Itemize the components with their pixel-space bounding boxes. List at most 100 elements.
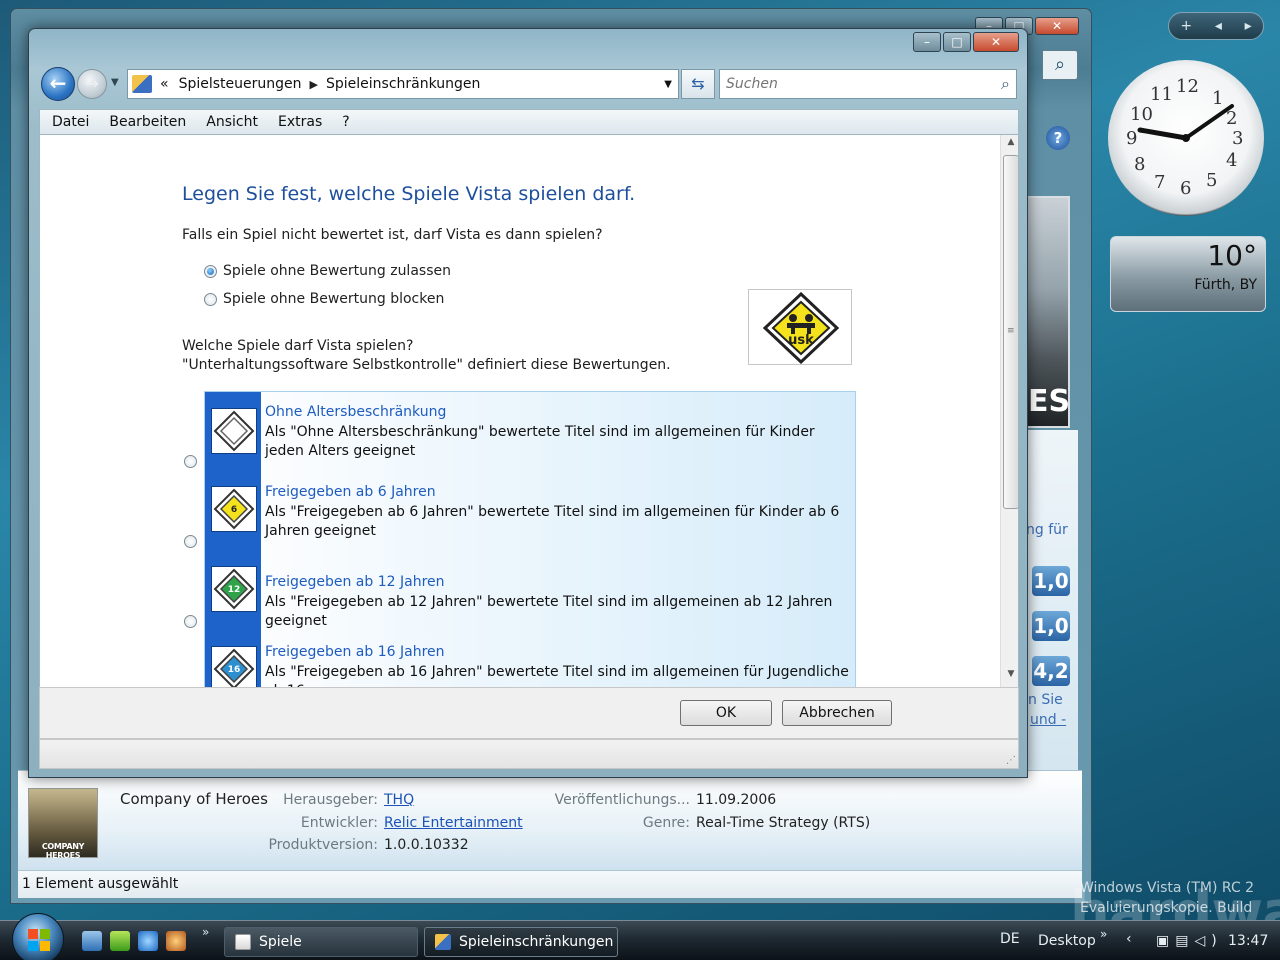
publisher-link[interactable]: THQ — [384, 792, 414, 808]
menu-extras[interactable]: Extras — [278, 114, 322, 130]
scroll-thumb[interactable]: ≡ — [1003, 155, 1018, 509]
performance-score-tile: 1,0 — [1032, 611, 1070, 641]
windows-logo-icon — [28, 929, 50, 951]
ratings-question: Welche Spiele darf Vista spielen? "Unter… — [182, 337, 671, 375]
add-gadget-icon[interactable]: + — [1180, 18, 1192, 34]
back-button[interactable]: ← — [41, 67, 75, 101]
show-desktop-icon[interactable] — [82, 931, 102, 951]
address-bar[interactable]: « Spielsteuerungen ▶ Spieleinschränkunge… — [127, 69, 679, 99]
previous-icon[interactable]: ◂ — [1215, 18, 1222, 34]
cancel-button[interactable]: Abbrechen — [782, 700, 892, 726]
menu-bearbeiten[interactable]: Bearbeiten — [109, 114, 186, 130]
forward-button[interactable]: → — [77, 69, 107, 99]
breadcrumb-spieleinschraenkungen[interactable]: Spieleinschränkungen — [326, 76, 480, 92]
rating-title[interactable]: Ohne Altersbeschränkung — [265, 404, 446, 420]
ratings-question-line: "Unterhaltungssoftware Selbstkontrolle" … — [182, 357, 671, 373]
radio-label: Spiele ohne Bewertung zulassen — [223, 263, 451, 279]
game-name: Company of Heroes — [120, 790, 268, 808]
ratings-question-line: Welche Spiele darf Vista spielen? — [182, 338, 414, 354]
breadcrumb-spielsteuerungen[interactable]: Spielsteuerungen — [179, 76, 302, 92]
search-icon[interactable]: ⌕ — [1001, 74, 1010, 94]
developer-link[interactable]: Relic Entertainment — [384, 815, 523, 831]
radio-block-unrated[interactable]: Spiele ohne Bewertung blocken — [204, 291, 444, 307]
show-hidden-icons-icon[interactable]: ‹ — [1126, 931, 1132, 947]
search-box[interactable]: ⌕ — [719, 69, 1017, 99]
rating-list: Ohne Altersbeschränkung Als "Ohne Alters… — [204, 391, 856, 687]
desktop-toolbar[interactable]: Desktop — [1038, 933, 1096, 949]
background-partial-link[interactable]: und - — [1030, 712, 1066, 728]
radio-button[interactable] — [204, 264, 217, 278]
display-icon[interactable]: ▤ — [1175, 933, 1194, 949]
language-indicator[interactable]: DE — [1000, 931, 1020, 947]
game-details-pane — [18, 770, 1082, 870]
start-button[interactable] — [12, 913, 64, 960]
resize-grip-icon[interactable]: ⋰ — [1006, 755, 1016, 766]
menu-ansicht[interactable]: Ansicht — [206, 114, 258, 130]
rating-description: Als "Ohne Altersbeschränkung" bewertete … — [265, 424, 815, 459]
toolbar-chevron-icon[interactable]: » — [1100, 927, 1107, 941]
maximize-icon[interactable]: □ — [943, 32, 971, 52]
status-bar: 1 Element ausgewählt — [18, 870, 1082, 898]
refresh-button[interactable]: ⇆ — [681, 69, 715, 99]
radio-label: Spiele ohne Bewertung blocken — [223, 291, 445, 307]
clock-gadget[interactable]: 12 1 2 3 4 5 6 7 8 9 10 11 — [1108, 60, 1264, 216]
parental-controls-dialog[interactable]: – □ ✕ ← → ▼ « Spielsteuerungen ▶ Spielei… — [28, 28, 1028, 778]
control-panel-icon — [435, 934, 451, 950]
weather-temperature: 10° — [1207, 239, 1257, 272]
performance-score-tile: 1,0 — [1032, 566, 1070, 596]
watermark-line: Windows Vista (TM) RC 2 — [1080, 880, 1255, 896]
taskbar-item-spiele[interactable]: Spiele — [224, 927, 418, 957]
rating-title[interactable]: Freigegeben ab 12 Jahren — [265, 574, 445, 590]
usk-logo-text: usk — [788, 333, 814, 348]
vertical-scrollbar[interactable]: ▲ ≡ ▼ — [1000, 135, 1018, 687]
media-player-icon[interactable] — [166, 931, 186, 951]
minimize-icon[interactable]: – — [913, 32, 941, 52]
rating-title[interactable]: Freigegeben ab 16 Jahren — [265, 644, 445, 660]
taskbar-item-label: Spieleinschränkungen — [459, 934, 614, 950]
scroll-down-icon[interactable]: ▼ — [1001, 669, 1018, 685]
dialog-button-area: OK Abbrechen — [39, 687, 1019, 739]
genre-label: Genre: — [642, 815, 690, 831]
taskbar-item-label: Spiele — [259, 934, 302, 950]
close-icon[interactable]: ✕ — [973, 32, 1019, 52]
tray-icons: ▣▤◁) — [1156, 933, 1223, 949]
menu-bar: Datei Bearbeiten Ansicht Extras ? — [39, 109, 1019, 135]
breadcrumb-overflow[interactable]: « — [160, 76, 169, 92]
ok-button[interactable]: OK — [680, 700, 772, 726]
rating-title[interactable]: Freigegeben ab 6 Jahren — [265, 484, 436, 500]
release-date-label: Veröffentlichungs... — [554, 792, 690, 808]
close-icon[interactable]: ✕ — [1035, 17, 1079, 35]
quick-launch-more-icon[interactable]: » — [202, 925, 209, 939]
menu-datei[interactable]: Datei — [52, 114, 89, 130]
radio-allow-unrated[interactable]: Spiele ohne Bewertung zulassen — [204, 263, 451, 279]
network-icon[interactable]: ▣ — [1156, 933, 1175, 949]
radio-rating-0[interactable] — [184, 455, 197, 468]
rating-description: Als "Freigegeben ab 6 Jahren" bewertete … — [265, 504, 840, 539]
volume-icon[interactable]: ◁) — [1194, 933, 1222, 949]
scroll-up-icon[interactable]: ▲ — [1001, 137, 1018, 153]
background-partial-text: ng für — [1026, 522, 1068, 538]
radio-button[interactable] — [204, 292, 217, 306]
taskbar-clock[interactable]: 13:47 — [1228, 933, 1268, 949]
taskbar-item-spieleinschraenkungen[interactable]: Spieleinschränkungen — [424, 927, 618, 957]
internet-explorer-icon[interactable] — [138, 931, 158, 951]
weather-gadget[interactable]: 10° Fürth, BY — [1110, 236, 1266, 312]
developer-label: Entwickler: — [300, 815, 378, 831]
breadcrumb-separator-icon[interactable]: ▶ — [310, 78, 318, 91]
switch-windows-icon[interactable] — [110, 931, 130, 951]
menu-help[interactable]: ? — [342, 114, 349, 130]
background-search-icon[interactable]: ⌕ — [1042, 50, 1078, 80]
radio-rating-6[interactable] — [184, 535, 197, 548]
clock-hands — [1137, 104, 1234, 142]
radio-rating-12[interactable] — [184, 615, 197, 628]
dialog-caption-buttons: – □ ✕ — [913, 32, 1019, 52]
search-input[interactable] — [726, 76, 976, 92]
recent-pages-chevron-down-icon[interactable]: ▼ — [111, 77, 119, 88]
performance-score-tile: 4,2 — [1032, 656, 1070, 686]
usk-16-icon: 16 — [211, 646, 257, 687]
taskbar: » Spiele Spieleinschränkungen DE Desktop… — [0, 913, 1280, 960]
background-help-icon[interactable]: ? — [1046, 126, 1070, 150]
version-label: Produktversion: — [268, 837, 378, 853]
next-icon[interactable]: ▸ — [1245, 18, 1252, 34]
address-chevron-down-icon[interactable]: ▼ — [664, 79, 672, 90]
